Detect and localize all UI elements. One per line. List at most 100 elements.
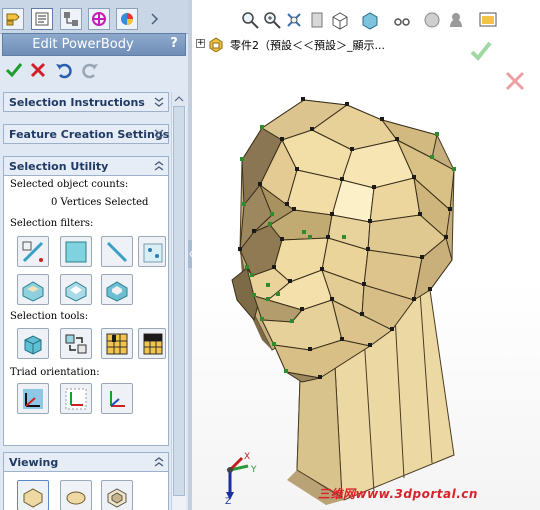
triad-view-button[interactable] [101, 383, 133, 414]
triad-local-icon [65, 388, 87, 410]
section-view-icon[interactable] [308, 10, 328, 30]
undo-icon[interactable] [54, 60, 74, 80]
manager-tab-bar [0, 0, 188, 34]
chevron-double-down-icon[interactable] [153, 127, 165, 141]
view-both-button[interactable] [101, 480, 133, 510]
viewing-header[interactable]: Viewing [3, 452, 169, 472]
selection-instructions-header[interactable]: Selection Instructions [3, 92, 169, 112]
section-label: Feature Creation Settings [9, 128, 170, 141]
smooth-shape-icon [66, 491, 86, 505]
scene-icon[interactable] [446, 10, 466, 30]
view-settings-icon[interactable] [478, 10, 498, 30]
reference-triad: X Y Z [225, 452, 257, 504]
expand-plus-icon[interactable]: + [196, 39, 205, 48]
swap-selection-icon [65, 334, 87, 354]
filter-face-button[interactable] [60, 236, 92, 267]
filter-surface-button[interactable] [60, 274, 92, 305]
ok-check-icon[interactable] [4, 60, 24, 80]
vertex-filter-icon [143, 243, 163, 263]
previous-view-icon[interactable] [284, 10, 304, 30]
selection-tools-label: Selection tools: [10, 311, 89, 322]
view-toolbar [240, 10, 540, 32]
property-manager-icon [35, 12, 49, 26]
view-smooth-button[interactable] [60, 480, 92, 510]
page-title: Edit PowerBody [32, 37, 134, 52]
face-filter-icon [65, 241, 87, 263]
triad-y-label: Y [250, 465, 257, 475]
display-style-icon[interactable] [360, 10, 380, 30]
cage-box-icon [107, 488, 127, 508]
triad-z-label: Z [225, 497, 231, 504]
edit-appearance-icon[interactable] [422, 10, 442, 30]
triad-orientation-label: Triad orientation: [10, 367, 100, 378]
grow-selection-button[interactable] [101, 328, 133, 359]
cancel-x-icon[interactable] [28, 60, 48, 80]
triad-local-button[interactable] [60, 383, 92, 414]
dimxpert-icon [92, 12, 106, 26]
configuration-manager-tab[interactable] [60, 8, 82, 30]
watermark-text: 三维网www.3dportal.cn [318, 487, 478, 501]
shaded-box-icon [23, 488, 43, 508]
filter-solid-button[interactable] [101, 274, 133, 305]
part-name-label: 零件2（預設＜＜預設＞_顯示... [230, 39, 385, 52]
feature-manager-tab[interactable] [2, 8, 24, 30]
select-all-button[interactable] [17, 328, 49, 359]
redo-icon[interactable] [80, 60, 100, 80]
viewing-body [3, 472, 169, 510]
view-shaded-box-button[interactable] [17, 480, 49, 510]
triad-x-label: X [244, 452, 250, 462]
chevron-double-down-icon[interactable] [153, 95, 165, 109]
action-bar [0, 57, 188, 83]
triad-world-icon [23, 389, 43, 409]
edge-filter-icon [106, 241, 128, 263]
filter-edge-button[interactable] [101, 236, 133, 267]
dimxpert-manager-tab[interactable] [88, 8, 110, 30]
configuration-icon [64, 12, 78, 26]
filter-body-button[interactable] [17, 274, 49, 305]
section-label: Selection Instructions [9, 96, 145, 109]
section-label: Selection Utility [9, 160, 109, 173]
display-manager-tab[interactable] [116, 8, 138, 30]
property-manager-tab[interactable] [31, 8, 53, 30]
hide-show-icon[interactable] [392, 10, 412, 30]
appearance-icon [121, 13, 133, 25]
chevron-double-up-icon[interactable] [153, 159, 165, 173]
triad-world-button[interactable] [17, 383, 49, 414]
scroll-up-arrow[interactable] [172, 92, 186, 106]
confirm-check-icon[interactable] [470, 40, 492, 62]
view-orientation-icon[interactable] [330, 10, 350, 30]
vertex-edge-filter-icon [22, 241, 44, 263]
confirm-cancel-icon[interactable] [504, 70, 526, 92]
part-icon [209, 37, 223, 52]
panel-scrollbar[interactable] [171, 92, 186, 510]
property-manager-header: Edit PowerBody ? [2, 33, 186, 56]
feature-creation-settings-header[interactable]: Feature Creation Settings [3, 124, 169, 144]
feature-tree-icon [6, 13, 20, 26]
help-icon[interactable]: ? [166, 36, 182, 52]
graphics-area[interactable]: + 零件2（預設＜＜預設＞_顯示... X Y Z 三维网www.3dporta… [192, 0, 540, 510]
selection-utility-header[interactable]: Selection Utility [3, 156, 169, 176]
zoom-to-fit-icon[interactable] [240, 10, 260, 30]
surface-filter-icon [65, 281, 87, 302]
grid-grow-icon [106, 333, 128, 355]
triad-view-icon [110, 391, 125, 407]
chevron-right-icon[interactable] [150, 10, 160, 28]
body-filter-icon [22, 281, 44, 302]
chevron-up-icon [174, 96, 184, 102]
powerbody-head-model[interactable] [192, 0, 540, 510]
shrink-selection-button[interactable] [138, 328, 166, 359]
section-label: Viewing [9, 456, 59, 469]
filter-vertex-edge-button[interactable] [17, 236, 49, 267]
solid-filter-icon [106, 281, 128, 302]
invert-selection-button[interactable] [60, 328, 92, 359]
selected-counts-value: 0 Vertices Selected [51, 197, 149, 208]
cube-select-icon [24, 335, 42, 355]
chevron-double-up-icon[interactable] [153, 455, 165, 469]
selected-counts-label: Selected object counts: [10, 179, 129, 190]
filter-vertex-button[interactable] [138, 236, 166, 267]
zoom-area-icon[interactable] [262, 10, 282, 30]
grid-shrink-icon [143, 333, 163, 355]
selection-filters-label: Selection filters: [10, 218, 94, 229]
scroll-thumb[interactable] [173, 106, 185, 496]
selection-utility-body: Selected object counts: 0 Vertices Selec… [3, 176, 169, 446]
